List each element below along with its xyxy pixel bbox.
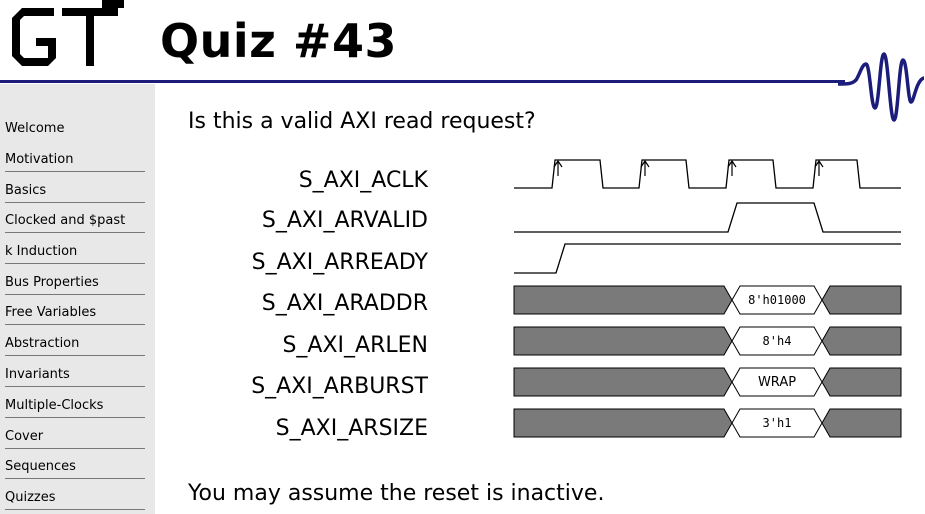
sidebar-item-k-induction[interactable]: k Induction: [5, 244, 145, 264]
page-title: Quiz #43: [160, 14, 397, 68]
arburst-bus-after: [821, 367, 902, 397]
sidebar-item-sequences[interactable]: Sequences: [5, 459, 145, 479]
signal-name-arlen: S_AXI_ARLEN: [282, 333, 428, 358]
title-divider: [0, 80, 845, 83]
signal-name-arsize: S_AXI_ARSIZE: [275, 416, 428, 441]
sidebar-item-motivation[interactable]: Motivation: [5, 152, 145, 172]
footer-note: You may assume the reset is inactive.: [188, 481, 605, 506]
sidebar: Welcome Motivation Basics Clocked and $p…: [0, 84, 155, 514]
arsize-value: 3'h1: [763, 416, 792, 430]
signal-name-aclk: S_AXI_ACLK: [298, 168, 428, 193]
arlen-bus-after: [821, 326, 902, 356]
sidebar-item-clocked-and-past[interactable]: Clocked and $past: [5, 213, 145, 233]
waveform-logo-icon: [838, 52, 924, 122]
sidebar-item-multiple-clocks[interactable]: Multiple-Clocks: [5, 398, 145, 418]
sidebar-item-abstraction[interactable]: Abstraction: [5, 336, 145, 356]
timing-diagram: 8'h01000 8'h4 WRAP 3'h1: [513, 159, 902, 438]
gt-logo-icon: [12, 0, 124, 66]
arready-waveform: [514, 243, 901, 274]
araddr-bus-after: [821, 285, 902, 315]
signal-name-arvalid: S_AXI_ARVALID: [261, 208, 428, 233]
sidebar-item-invariants[interactable]: Invariants: [5, 367, 145, 387]
arsize-bus-after: [821, 408, 902, 438]
bus-waveforms: [513, 285, 902, 438]
arvalid-waveform: [514, 202, 901, 233]
sidebar-item-bus-properties[interactable]: Bus Properties: [5, 275, 145, 295]
arlen-value: 8'h4: [763, 334, 792, 348]
clock-edge-arrows: [553, 159, 824, 176]
signal-name-araddr: S_AXI_ARADDR: [261, 291, 428, 316]
sidebar-item-welcome[interactable]: Welcome: [5, 121, 145, 140]
arsize-bus-before: [513, 408, 733, 438]
arlen-bus-before: [513, 326, 733, 356]
arburst-bus-before: [513, 367, 733, 397]
signal-name-arburst: S_AXI_ARBURST: [251, 374, 428, 399]
question-text: Is this a valid AXI read request?: [188, 109, 536, 134]
signal-name-arready: S_AXI_ARREADY: [251, 250, 428, 275]
araddr-bus-before: [513, 285, 733, 315]
sidebar-item-quizzes[interactable]: Quizzes: [5, 490, 145, 510]
arburst-value: WRAP: [758, 375, 796, 390]
sidebar-item-cover[interactable]: Cover: [5, 429, 145, 449]
araddr-value: 8'h01000: [748, 293, 806, 307]
sidebar-item-basics[interactable]: Basics: [5, 183, 145, 203]
sidebar-item-free-variables[interactable]: Free Variables: [5, 305, 145, 325]
aclk-waveform: [514, 159, 901, 189]
